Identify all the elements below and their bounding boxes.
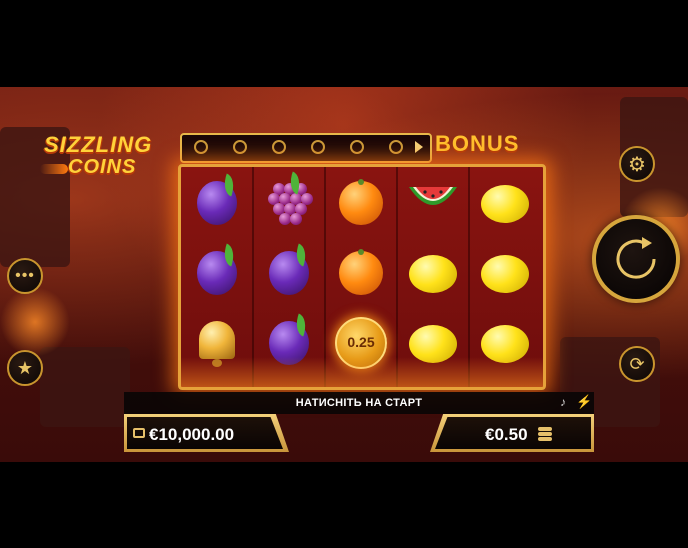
stem-icon <box>358 249 364 255</box>
reel-grid: 0.25 <box>178 164 546 390</box>
symbol-watermelon <box>403 173 463 233</box>
symbol-lemon <box>475 173 535 233</box>
bonus-progress-bar <box>180 133 432 163</box>
bell-icon <box>199 321 235 359</box>
orange-icon <box>339 181 383 225</box>
coin-value: 0.25 <box>347 334 375 350</box>
status-bar: НАТИСНІТЬ НА СТАРТ <box>124 392 594 414</box>
symbol-lemon <box>403 243 463 303</box>
reel-divider <box>324 167 326 387</box>
lava-glow <box>0 287 70 357</box>
flame-decoration <box>40 164 68 174</box>
symbol-lemon <box>475 243 535 303</box>
symbol-plum <box>187 243 247 303</box>
bonus-label: BONUS <box>435 131 520 156</box>
status-message: НАТИСНІТЬ НА СТАРТ <box>295 397 423 409</box>
balance-value: €10,000.00 <box>149 425 235 444</box>
balance-panel: €10,000.00 <box>124 414 289 452</box>
bet-panel-inner: €0.50 <box>435 417 591 449</box>
game-logo: SIZZLING COINS <box>40 132 180 184</box>
symbol-orange <box>331 243 391 303</box>
reel-divider <box>468 167 470 387</box>
coin-stack-icon <box>538 427 554 441</box>
fire-effect <box>181 357 543 387</box>
watermelon-icon <box>409 187 457 205</box>
briefcase-icon <box>133 428 145 438</box>
autoplay-arrows-icon: ⟳ <box>629 353 645 374</box>
menu-button[interactable]: ••• <box>7 258 43 294</box>
bonus-slot <box>389 140 403 154</box>
bet-selector[interactable]: €0.50 <box>430 414 594 452</box>
play-arrow-icon <box>415 141 423 153</box>
reel-divider <box>396 167 398 387</box>
lemon-icon <box>409 255 457 293</box>
gear-icon: ⚙ <box>628 153 646 176</box>
star-icon: ★ <box>16 357 34 378</box>
orange-icon <box>339 251 383 295</box>
spin-arrow-icon <box>616 237 656 279</box>
lemon-icon <box>481 255 529 293</box>
logo-line-2: COINS <box>68 156 137 178</box>
bet-value: €0.50 <box>485 425 528 444</box>
autoplay-button[interactable]: ⟳ <box>619 346 655 382</box>
music-note-icon[interactable]: ♪ <box>560 395 566 409</box>
bonus-slot <box>233 140 247 154</box>
bonus-slot <box>311 140 325 154</box>
symbol-plum <box>187 173 247 233</box>
symbol-plum <box>259 243 319 303</box>
more-dots-icon: ••• <box>15 267 35 284</box>
spin-button[interactable] <box>592 215 680 303</box>
bonus-slot <box>350 140 364 154</box>
lemon-icon <box>481 185 529 223</box>
logo-line-1: SIZZLING <box>44 132 153 157</box>
rock-bottom-left <box>40 347 130 427</box>
bonus-slot <box>194 140 208 154</box>
bonus-slot <box>272 140 286 154</box>
balance-panel-inner: €10,000.00 <box>127 417 283 449</box>
favorite-button[interactable]: ★ <box>7 350 43 386</box>
grape-icon <box>290 213 302 225</box>
stem-icon <box>358 179 364 185</box>
reel-divider <box>252 167 254 387</box>
lightning-icon[interactable]: ⚡ <box>576 394 592 410</box>
symbol-grapes <box>259 171 319 233</box>
symbol-orange <box>331 173 391 233</box>
settings-button[interactable]: ⚙ <box>619 146 655 182</box>
